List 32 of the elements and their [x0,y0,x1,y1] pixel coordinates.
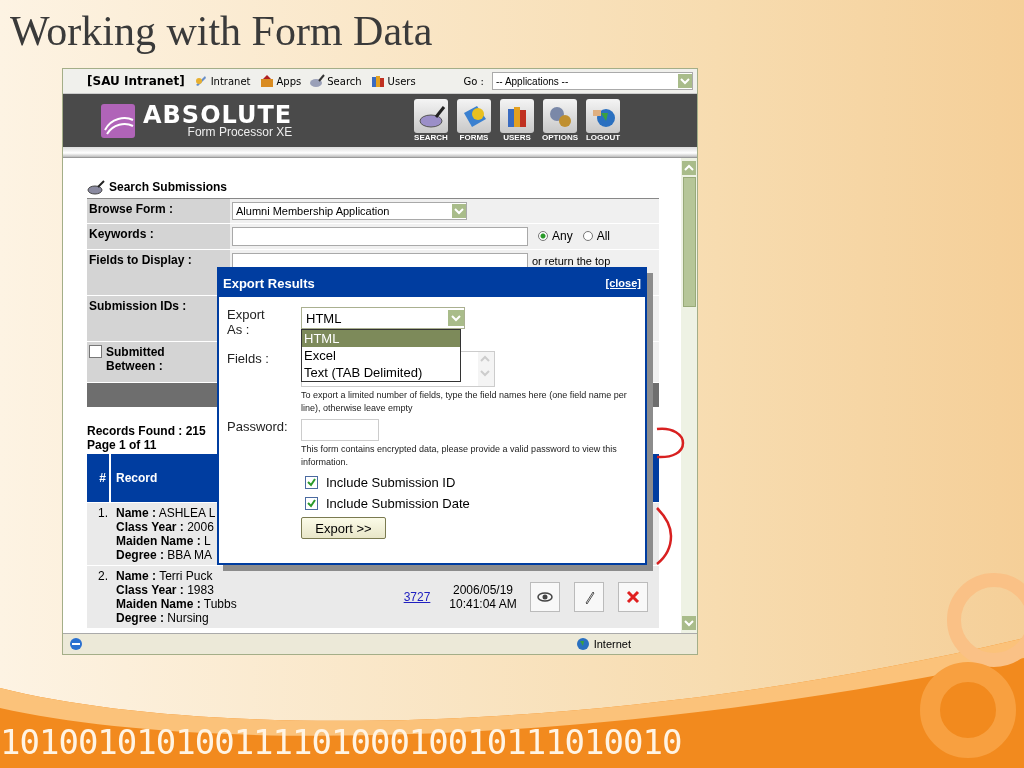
binary-text: 10100101010011110100010010111010010 [0,722,682,762]
section-heading: Search Submissions [109,180,228,194]
logo-title: ABSOLUTE [143,103,293,126]
radio-label: All [596,229,611,243]
zone-label: Internet [593,638,631,650]
logo-subtitle: Form Processor XE [186,125,293,138]
row-number: 2. [97,568,109,585]
form-label: Keywords : [87,224,230,249]
slide-title: Working with Form Data [9,7,434,56]
record-field: Class Year : 1983 [116,583,214,597]
record-time: 10:41:04 AM [449,597,517,611]
form-label: Submitted Between : [106,345,166,373]
record-field: Degree : BBA MA [116,548,213,562]
form-label: Browse Form : [87,199,230,223]
field-label: Fields : [227,351,270,368]
record-field: Class Year : 2006 [116,520,214,534]
record-field: Degree : Nursing [116,611,209,625]
field-label: Password: [227,419,289,436]
row-number: 1. [97,505,109,522]
go-label: Go : [463,75,484,87]
record-field: Name : ASHLEA L [116,506,216,520]
dialog-title: Export Results [223,275,315,291]
record-field: Name : Terri Puck [116,569,213,583]
hint-text: or return the top [532,255,611,267]
radio-label: Any [552,229,573,243]
records-count: Records Found : 215 [87,424,206,438]
record-date: 2006/05/19 [452,583,514,597]
record-field: Maiden Name : L [116,534,211,548]
record-field: Maiden Name : Tubbs [116,597,237,611]
hint-text: To export a limited number of fields, type the field names here (one field name per line), otherwise leave empty [301,389,628,415]
site-label: [SAU Intranet] [87,74,185,88]
page-indicator: Page 1 of 11 [87,438,157,452]
